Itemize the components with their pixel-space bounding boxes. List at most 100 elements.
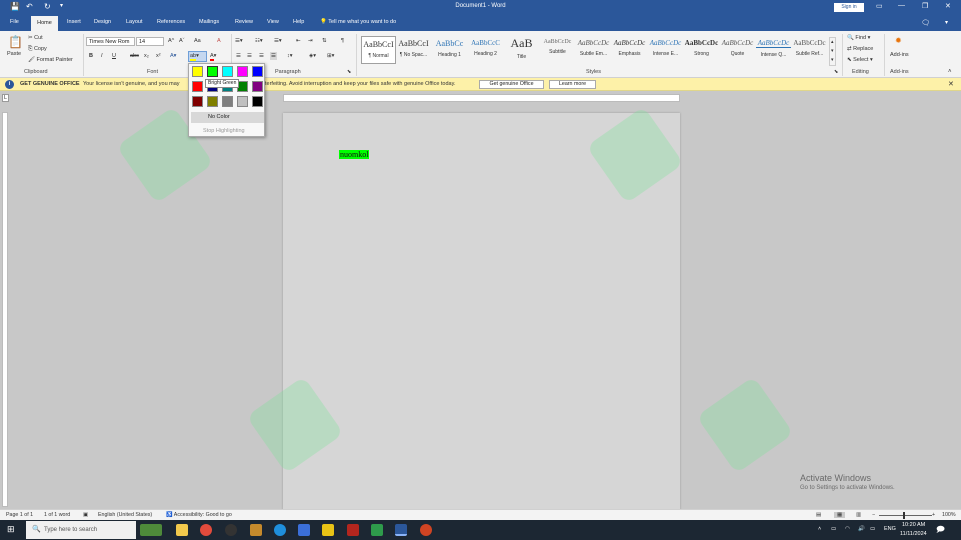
- no-color-option[interactable]: No Color: [191, 112, 264, 123]
- styles-scroll-icon[interactable]: ▴ ▾ ▾: [829, 37, 836, 66]
- sort-icon[interactable]: ⇅: [322, 38, 327, 44]
- replace-button[interactable]: ⇄ Replace: [847, 46, 873, 52]
- align-left-icon[interactable]: ☰: [236, 53, 241, 59]
- tab-insert[interactable]: Insert: [67, 19, 81, 25]
- strikethrough-button[interactable]: abc: [130, 53, 139, 59]
- zoom-level[interactable]: 100%: [942, 512, 956, 518]
- app-icon[interactable]: [347, 524, 359, 536]
- volume-icon[interactable]: 🔊: [858, 526, 865, 532]
- bold-button[interactable]: B: [89, 53, 93, 59]
- grow-font-button[interactable]: A^: [168, 38, 174, 44]
- app-icon[interactable]: [225, 524, 237, 536]
- powerpoint-icon[interactable]: [420, 524, 432, 536]
- accessibility-status[interactable]: ♿ Accessibility: Good to go: [166, 512, 232, 518]
- tab-review[interactable]: Review: [235, 19, 253, 25]
- document-text[interactable]: nuomkol: [339, 150, 370, 159]
- clear-formatting-button[interactable]: A: [217, 38, 221, 44]
- color-swatch-red[interactable]: [192, 81, 203, 92]
- text-effects-icon[interactable]: A▾: [170, 53, 176, 59]
- tab-design[interactable]: Design: [94, 19, 111, 25]
- proofing-icon[interactable]: ▣: [83, 512, 88, 518]
- clock-date[interactable]: 11/11/2024: [900, 531, 927, 537]
- app-icon[interactable]: [371, 524, 383, 536]
- superscript-button[interactable]: x²: [156, 53, 161, 59]
- maximize-icon[interactable]: ❐: [922, 2, 928, 10]
- close-infobar-icon[interactable]: ✕: [948, 80, 954, 88]
- highlight-color-button[interactable]: ab▾: [188, 51, 207, 62]
- taskbar-search-input[interactable]: Type here to search: [26, 521, 136, 539]
- tab-references[interactable]: References: [157, 19, 185, 25]
- show-hide-button[interactable]: ¶: [341, 38, 344, 44]
- color-swatch-blue[interactable]: [252, 66, 263, 77]
- color-swatch-dark-yellow[interactable]: [207, 96, 218, 107]
- wifi-icon[interactable]: ◠: [845, 526, 850, 532]
- tab-view[interactable]: View: [267, 19, 279, 25]
- read-mode-icon[interactable]: ▤: [816, 512, 821, 518]
- style-no-spacing[interactable]: AaBbCcI ¶ No Spac...: [396, 36, 431, 64]
- color-swatch-yellow[interactable]: [192, 66, 203, 77]
- zoom-slider[interactable]: [879, 515, 932, 516]
- color-swatch-black[interactable]: [252, 96, 263, 107]
- page-count[interactable]: Page 1 of 1: [6, 512, 33, 518]
- color-swatch-gray-50[interactable]: [222, 96, 233, 107]
- color-swatch-turquoise[interactable]: [222, 66, 233, 77]
- app-icon[interactable]: [322, 524, 334, 536]
- color-swatch-violet[interactable]: [252, 81, 263, 92]
- clock-time[interactable]: 10:20 AM: [902, 522, 925, 528]
- zoom-slider-thumb[interactable]: [903, 512, 905, 519]
- style-intense-quote[interactable]: AaBbCcDc Intense Q...: [756, 36, 791, 64]
- format-painter-button[interactable]: 🖌 Format Painter: [28, 57, 73, 63]
- print-layout-icon[interactable]: ▦: [834, 512, 846, 518]
- input-language[interactable]: ENG: [884, 526, 896, 532]
- edge-icon[interactable]: [274, 524, 286, 536]
- style-normal[interactable]: AaBbCcI ¶ Normal: [361, 36, 396, 64]
- battery-icon[interactable]: ▭: [870, 526, 875, 532]
- styles-launcher-icon[interactable]: ⬊: [834, 69, 838, 75]
- select-button[interactable]: ⬉ Select ▾: [847, 57, 873, 63]
- tab-help[interactable]: Help: [293, 19, 304, 25]
- font-color-button[interactable]: A▾: [210, 53, 216, 61]
- justify-icon[interactable]: ☰: [270, 52, 277, 60]
- italic-button[interactable]: I: [101, 53, 103, 59]
- tab-layout[interactable]: Layout: [126, 19, 143, 25]
- change-case-button[interactable]: Aa: [194, 38, 201, 44]
- add-ins-button[interactable]: Add-ins: [890, 52, 909, 58]
- add-ins-icon[interactable]: ✹: [895, 36, 902, 45]
- app-icon[interactable]: [298, 524, 310, 536]
- tab-selector-icon[interactable]: L: [2, 94, 9, 102]
- multilevel-list-icon[interactable]: ☰▾: [274, 38, 282, 44]
- decrease-indent-icon[interactable]: ⇤: [296, 38, 301, 44]
- paste-button[interactable]: Paste: [7, 51, 21, 57]
- windows-start-icon[interactable]: ⊞: [7, 524, 15, 535]
- opera-icon[interactable]: [200, 524, 212, 536]
- weather-icon[interactable]: [140, 524, 162, 536]
- numbering-icon[interactable]: ☷▾: [255, 38, 263, 44]
- file-explorer-icon[interactable]: [176, 524, 188, 536]
- color-swatch-dark-red[interactable]: [192, 96, 203, 107]
- tab-mailings[interactable]: Mailings: [199, 19, 219, 25]
- line-spacing-icon[interactable]: ↕▾: [287, 53, 293, 59]
- style-subtle-reference[interactable]: AaBbCcDc Subtle Ref...: [792, 36, 827, 64]
- subscript-button[interactable]: x₂: [144, 53, 149, 59]
- underline-button[interactable]: U: [112, 53, 116, 59]
- web-layout-icon[interactable]: ▥: [856, 512, 861, 518]
- style-emphasis[interactable]: AaBbCcDc Emphasis: [612, 36, 647, 64]
- ribbon-display-icon[interactable]: ▭: [876, 2, 883, 10]
- language-status[interactable]: English (United States): [98, 512, 152, 518]
- shrink-font-button[interactable]: Aˇ: [179, 38, 185, 44]
- sign-in-button[interactable]: Sign in: [834, 3, 864, 12]
- comments-icon[interactable]: 🗨: [921, 19, 930, 27]
- word-count[interactable]: 1 of 1 word: [44, 512, 70, 518]
- borders-icon[interactable]: ⊞▾: [327, 53, 334, 59]
- tab-home[interactable]: Home: [31, 16, 58, 31]
- color-swatch-pink[interactable]: [237, 66, 248, 77]
- more-options-icon[interactable]: ▾: [945, 19, 948, 26]
- font-size-select[interactable]: 14: [136, 37, 164, 46]
- close-icon[interactable]: ✕: [945, 2, 951, 10]
- bullets-icon[interactable]: ☰▾: [235, 38, 243, 44]
- style-heading-2[interactable]: AaBbCcC Heading 2: [468, 36, 503, 64]
- style-strong[interactable]: AaBbCcDc Strong: [684, 36, 719, 64]
- paste-icon[interactable]: 📋: [8, 35, 23, 49]
- increase-indent-icon[interactable]: ⇥: [308, 38, 313, 44]
- word-taskbar-icon[interactable]: [395, 524, 407, 536]
